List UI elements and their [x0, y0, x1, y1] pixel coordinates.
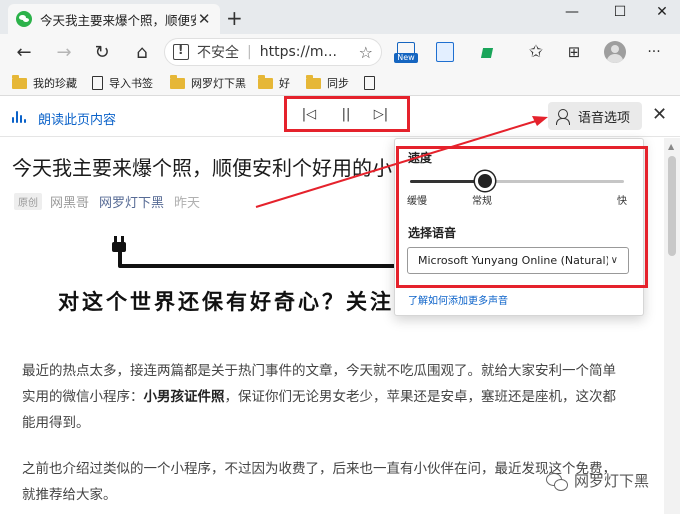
publish-date: 昨天 [174, 196, 201, 211]
bookmark-item[interactable]: 我的珍藏 [12, 74, 77, 92]
wechat-outline-icon [546, 471, 568, 491]
browser-toolbar: ← → ↻ ⌂ 不安全 | https://m... ☆ New ✩ ⊞ ··· [0, 34, 680, 70]
new-tab-button[interactable]: + [226, 6, 243, 30]
maximize-button[interactable]: ☐ [608, 4, 632, 20]
bookmark-item[interactable]: 导入书签 [92, 74, 153, 92]
folder-icon [306, 74, 321, 89]
playback-controls: |◁ || ▷| [284, 96, 410, 132]
speed-slider-fill [410, 180, 485, 183]
bookmark-item[interactable]: 网罗灯下黑 [170, 74, 246, 92]
extension-document-icon[interactable] [436, 42, 454, 62]
read-aloud-close-button[interactable]: ✕ [652, 104, 667, 125]
page-icon [92, 76, 103, 90]
page-icon [364, 76, 375, 90]
bookmark-item[interactable]: 同步 [306, 74, 349, 92]
favorites-icon[interactable]: ✩ [524, 40, 548, 64]
extension-flag-icon[interactable] [480, 48, 494, 58]
wechat-icon [16, 11, 32, 27]
folder-icon [12, 74, 27, 89]
address-bar[interactable]: 不安全 | https://m... ☆ [164, 38, 382, 66]
voice-select[interactable]: Microsoft Yunyang Online (Natural) - Chi… [407, 247, 629, 274]
back-button[interactable]: ← [12, 40, 36, 64]
author-name: 网黑哥 [50, 196, 90, 211]
banner-slogan: 对这个世界还保有好奇心？关注 [58, 290, 394, 314]
tab-active[interactable]: 今天我主要来爆个照，顺便安利个小 ✕ [8, 4, 220, 34]
more-voices-link[interactable]: 了解如何添加更多声音 [408, 292, 508, 307]
address-separator: | [247, 44, 252, 60]
collections-icon[interactable]: ⊞ [562, 40, 586, 64]
tab-close-icon[interactable]: ✕ [196, 10, 212, 28]
speed-tick-slow: 缓慢 [407, 196, 427, 207]
watermark: 网罗灯下黑 [546, 470, 649, 491]
article-meta: 原创 网黑哥 网罗灯下黑 昨天 [14, 192, 200, 211]
home-button[interactable]: ⌂ [130, 40, 154, 64]
original-badge: 原创 [14, 193, 42, 210]
favorite-star-icon[interactable]: ☆ [359, 43, 373, 62]
article-banner: 对这个世界还保有好奇心？关注 [30, 228, 400, 328]
voice-person-icon [556, 109, 572, 125]
reload-button[interactable]: ↻ [90, 40, 114, 64]
extension-new-icon[interactable]: New [394, 42, 418, 64]
speed-tick-normal: 常规 [472, 196, 492, 207]
minimize-button[interactable]: — [560, 4, 584, 20]
speed-label: 速度 [408, 151, 433, 165]
previous-button[interactable]: |◁ [299, 106, 319, 124]
bookmark-item[interactable] [364, 74, 375, 92]
voice-select-label: 选择语音 [408, 226, 457, 240]
page-scrollbar[interactable]: ▲ [664, 138, 680, 514]
scroll-up-icon[interactable]: ▲ [668, 142, 674, 151]
bookmark-label: 网罗灯下黑 [191, 77, 246, 90]
folder-icon [258, 74, 273, 89]
insecure-label: 不安全 [197, 45, 239, 61]
url-text[interactable]: https://m... [260, 44, 337, 60]
bookmark-item[interactable]: 好 [258, 74, 290, 92]
mini-program-name: 小男孩证件照 [143, 389, 225, 405]
bookmarks-bar: 我的珍藏 导入书签 网罗灯下黑 好 同步 [0, 70, 680, 96]
article-paragraph: 之前也介绍过类似的一个小程序，不过因为收费了，后来也一直有小伙伴在问，最近发现这… [22, 461, 616, 503]
folder-icon [170, 74, 185, 89]
speed-tick-fast: 快 [617, 196, 627, 207]
watermark-text: 网罗灯下黑 [574, 472, 650, 490]
bookmark-label: 导入书签 [109, 77, 153, 90]
chevron-down-icon: ∨ [610, 255, 618, 266]
tab-title: 今天我主要来爆个照，顺便安利个小 [40, 12, 197, 28]
settings-menu-button[interactable]: ··· [642, 40, 666, 64]
read-aloud-icon [12, 109, 28, 125]
forward-button[interactable]: → [52, 40, 76, 64]
pause-button[interactable]: || [336, 106, 356, 124]
read-aloud-label[interactable]: 朗读此页内容 [38, 109, 116, 128]
profile-avatar[interactable] [604, 41, 626, 63]
account-link[interactable]: 网罗灯下黑 [99, 192, 164, 211]
cord-line [118, 264, 400, 268]
warning-icon [173, 43, 189, 60]
scroll-thumb[interactable] [668, 156, 676, 256]
window-close-button[interactable]: ✕ [650, 4, 674, 20]
article-title: 今天我主要来爆个照，顺便安利个好用的小 [12, 156, 392, 180]
next-button[interactable]: ▷| [371, 106, 391, 124]
voice-options-label: 语音选项 [578, 110, 631, 126]
bookmark-label: 同步 [327, 77, 349, 90]
bookmark-label: 我的珍藏 [33, 77, 77, 90]
voice-options-button[interactable]: 语音选项 [548, 102, 642, 130]
bookmark-label: 好 [279, 77, 290, 90]
voice-select-value: Microsoft Yunyang Online (Natural) - Chi… [418, 254, 608, 267]
article-paragraph: 最近的热点太多，接连两篇都是关于热门事件的文章，今天就不吃瓜围观了。就给大家安利… [22, 363, 616, 431]
tab-strip: 今天我主要来爆个照，顺便安利个小 ✕ + — ☐ ✕ [0, 0, 680, 34]
speed-slider-thumb[interactable] [474, 171, 495, 191]
extension-new-label: New [394, 53, 418, 63]
